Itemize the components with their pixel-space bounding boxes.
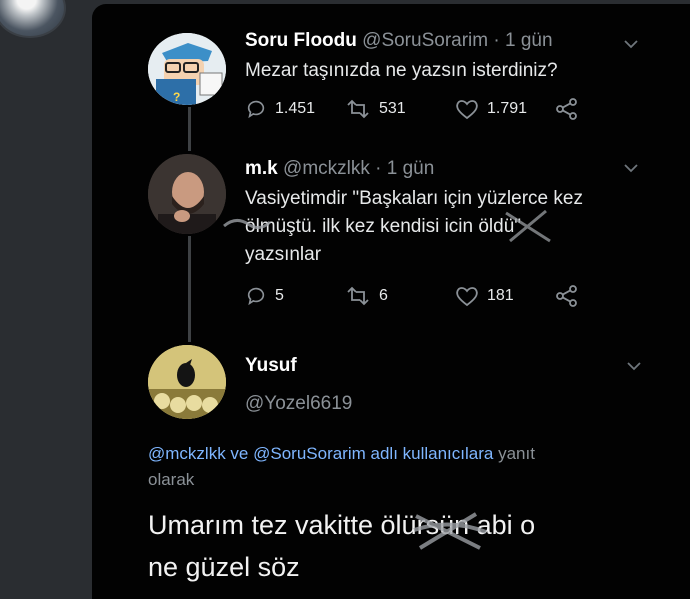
screen: ? Soru Floodu @SoruSorarim · 1 gün Mezar… (0, 0, 690, 599)
tweet-text-line: Vasiyetimdir "Başkaları için yüzlerce ke… (245, 188, 583, 209)
retweet-button[interactable]: 6 (345, 285, 388, 307)
thread-line (188, 236, 191, 342)
reply-count: 1.451 (275, 100, 316, 117)
profile-avatar[interactable] (0, 0, 66, 38)
chevron-down-icon[interactable] (626, 358, 642, 374)
tweet-text-line: ölmüştü. ilk kez kendisi icin öldü" (245, 216, 522, 237)
reply-icon (247, 100, 265, 119)
mention-link[interactable]: @mckzlkk (148, 444, 226, 463)
like-count: 1.791 (487, 100, 528, 117)
avatar[interactable] (148, 345, 226, 419)
retweet-icon (347, 99, 369, 119)
reply-label: yanıt (493, 444, 535, 463)
like-button[interactable]: 181 (455, 285, 514, 307)
reply-button[interactable]: 1.451 (245, 98, 315, 120)
share-button[interactable] (555, 98, 579, 120)
reply-icon (247, 287, 265, 306)
share-button[interactable] (555, 285, 579, 307)
chevron-down-icon[interactable] (623, 36, 639, 52)
author-handle[interactable]: @mckzlkk (283, 158, 370, 179)
focus-author-handle[interactable]: @Yozel6619 (245, 393, 352, 415)
author-name[interactable]: m.k (245, 158, 278, 179)
like-count: 181 (487, 287, 514, 304)
author-handle[interactable]: @SoruSorarim (362, 30, 488, 51)
retweet-button[interactable]: 531 (345, 98, 406, 120)
retweet-count: 6 (379, 287, 388, 304)
reply-count: 5 (275, 287, 284, 304)
tweet-time: · 1 gün (488, 30, 553, 51)
like-button[interactable]: 1.791 (455, 98, 527, 120)
tweet-text-line: ne güzel söz (148, 552, 300, 582)
share-icon (556, 98, 577, 120)
svg-text:?: ? (173, 90, 180, 104)
chevron-down-icon[interactable] (623, 160, 639, 176)
tweet-author[interactable]: m.k @mckzlkk · 1 gün (245, 158, 434, 180)
reply-label: olarak (148, 470, 195, 489)
share-icon (556, 285, 577, 307)
thread-line (188, 107, 191, 151)
focus-author-name[interactable]: Yusuf (245, 355, 297, 377)
retweet-icon (347, 286, 369, 306)
tweet-text-line: yazsınlar (245, 244, 322, 265)
like-icon (456, 287, 478, 307)
author-name[interactable]: Soru Floodu (245, 30, 357, 51)
tweet-time: · 1 gün (369, 158, 435, 179)
reply-connector: ve (225, 444, 254, 463)
avatar[interactable]: ? (148, 33, 226, 105)
tweet-author[interactable]: Soru Floodu @SoruSorarim · 1 gün (245, 30, 553, 52)
replying-to: @mckzlkk ve @SoruSorarim adlı kullanıcıl… (148, 441, 658, 493)
mention-link[interactable]: @SoruSorarim adlı kullanıcılara (253, 444, 493, 463)
focus-tweet-text: Umarım tez vakitte ölürsün abi o ne güze… (148, 504, 648, 588)
avatar[interactable] (148, 154, 226, 234)
retweet-count: 531 (379, 100, 406, 117)
tweet-text: Mezar taşınızda ne yazsın isterdiniz? (245, 60, 558, 81)
tweet-text-line: Umarım tez vakitte ölürsün abi o (148, 510, 536, 540)
like-icon (456, 100, 478, 120)
reply-button[interactable]: 5 (245, 285, 284, 307)
tweet-text: Vasiyetimdir "Başkaları için yüzlerce ke… (245, 185, 645, 269)
